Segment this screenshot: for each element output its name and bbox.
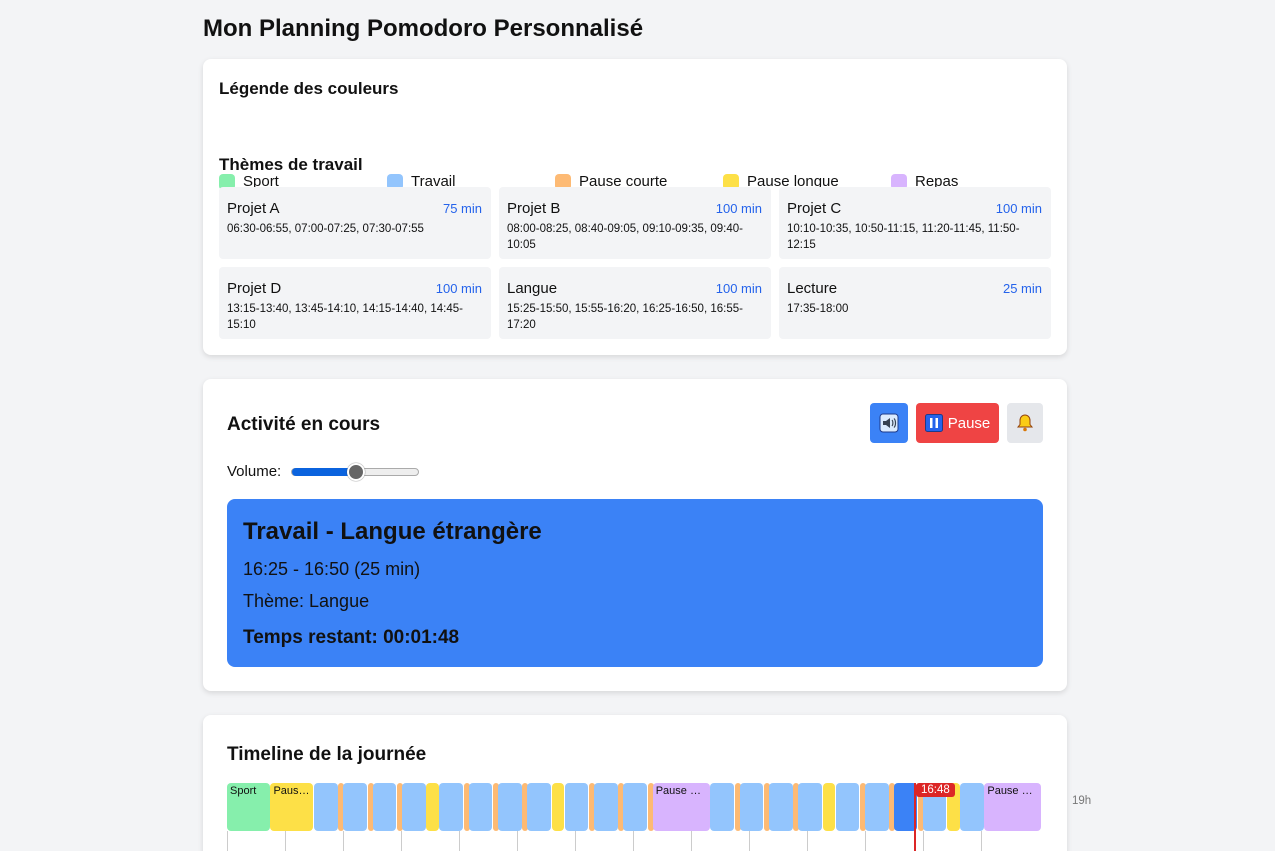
timeline-segment-meal[interactable]: Pause déjeuner xyxy=(652,783,710,831)
activity-time-range: 16:25 - 16:50 (25 min) xyxy=(243,559,421,579)
hour-tick xyxy=(807,831,808,851)
themes-title: Thèmes de travail xyxy=(219,155,363,174)
page-title: Mon Planning Pomodoro Personnalisé xyxy=(203,15,644,42)
theme-slots: 13:15-13:40, 13:45-14:10, 14:15-14:40, 1… xyxy=(227,303,463,331)
theme-card-lecture: Lecture 25 min 17:35-18:00 xyxy=(779,267,1051,339)
timeline-segment-work[interactable] xyxy=(439,783,464,831)
theme-name: Langue xyxy=(507,280,558,297)
timeline-segment-work[interactable] xyxy=(313,783,338,831)
current-activity-title: Activité en cours xyxy=(227,414,381,435)
hour-tick xyxy=(981,831,982,851)
pause-label: Pause xyxy=(947,414,991,432)
theme-minutes: 100 min xyxy=(715,281,762,296)
time-remaining: Temps restant: 00:01:48 xyxy=(243,627,460,648)
bell-icon xyxy=(1016,414,1034,432)
timeline-segment-work[interactable] xyxy=(401,783,426,831)
hour-tick xyxy=(575,831,576,851)
timeline-segment-long[interactable] xyxy=(551,783,565,831)
timeline-segment-work[interactable] xyxy=(768,783,793,831)
timeline-segment-meal[interactable]: Pause dîner xyxy=(984,783,1042,831)
hour-tick xyxy=(749,831,750,851)
pause-button[interactable]: Pause xyxy=(916,403,999,443)
timeline-segment-long[interactable] xyxy=(822,783,836,831)
hour-tick xyxy=(227,831,228,851)
timeline-segment-work[interactable] xyxy=(594,783,618,831)
timeline-segment-work[interactable] xyxy=(623,783,648,831)
legend-title: Légende des couleurs xyxy=(219,79,399,98)
theme-card-projet-b: Projet B 100 min 08:00-08:25, 08:40-09:0… xyxy=(499,187,771,259)
theme-name: Lecture xyxy=(787,280,838,297)
theme-slots: 08:00-08:25, 08:40-09:05, 09:10-09:35, 0… xyxy=(507,223,743,251)
theme-slots: 15:25-15:50, 15:55-16:20, 16:25-16:50, 1… xyxy=(507,303,743,331)
current-activity-panel: Travail - Langue étrangère 16:25 - 16:50… xyxy=(227,499,1043,667)
legend-card: Légende des couleurs Sport Travail Pause… xyxy=(203,59,1067,355)
theme-slots: 10:10-10:35, 10:50-11:15, 11:20-11:45, 1… xyxy=(787,223,1020,251)
theme-slots: 06:30-06:55, 07:00-07:25, 07:30-07:55 xyxy=(227,223,424,235)
sound-toggle-button[interactable] xyxy=(870,403,908,443)
timeline-segment-work[interactable] xyxy=(497,783,522,831)
timeline-title: Timeline de la journée xyxy=(227,744,427,765)
timeline-segment-work[interactable] xyxy=(835,783,860,831)
timeline-segment-work[interactable] xyxy=(468,783,493,831)
timeline-segment-work[interactable] xyxy=(343,783,368,831)
timeline-segment-work[interactable] xyxy=(564,783,589,831)
theme-name: Projet A xyxy=(227,200,280,217)
pause-icon xyxy=(924,414,943,432)
theme-card-projet-c: Projet C 100 min 10:10-10:35, 10:50-11:1… xyxy=(779,187,1051,259)
timeline-segment-work[interactable] xyxy=(739,783,764,831)
timeline-segment-sport[interactable]: Sport xyxy=(227,783,270,831)
activity-theme: Thème: Langue xyxy=(243,591,370,611)
timeline-segment-work[interactable] xyxy=(527,783,552,831)
theme-name: Projet C xyxy=(787,200,842,217)
current-activity-card: Activité en cours Pause Volume: Travail … xyxy=(203,379,1067,691)
hour-tick xyxy=(285,831,286,851)
timeline-segment-work[interactable] xyxy=(960,783,984,831)
hour-tick xyxy=(923,831,924,851)
timeline-segment-work[interactable] xyxy=(798,783,823,831)
theme-card-langue: Langue 100 min 15:25-15:50, 15:55-16:20,… xyxy=(499,267,771,339)
theme-minutes: 25 min xyxy=(1002,281,1042,296)
hour-tick xyxy=(865,831,866,851)
notification-button[interactable] xyxy=(1007,403,1043,443)
speaker-icon xyxy=(879,413,899,433)
activity-name: Travail - Langue étrangère xyxy=(243,518,542,545)
theme-minutes: 100 min xyxy=(435,281,482,296)
volume-label: Volume: xyxy=(227,463,282,480)
theme-name: Projet D xyxy=(227,280,282,297)
theme-minutes: 75 min xyxy=(442,201,482,216)
timeline-card: Timeline de la journée 19h SportPause lo… xyxy=(203,715,1091,851)
theme-card-projet-d: Projet D 100 min 13:15-13:40, 13:45-14:1… xyxy=(219,267,491,339)
hour-tick xyxy=(343,831,344,851)
timeline-segment-long[interactable] xyxy=(426,783,439,831)
current-time-label: 16:48 xyxy=(916,783,955,797)
hour-tick xyxy=(459,831,460,851)
theme-name: Projet B xyxy=(507,200,561,217)
hour-tick xyxy=(633,831,634,851)
timeline-segment-work[interactable] xyxy=(372,783,397,831)
day-timeline: 19h SportPause longue Pause déjeuner Pause… xyxy=(227,783,1091,851)
volume-slider[interactable] xyxy=(291,463,419,481)
page: Mon Planning Pomodoro Personnalisé Légen… xyxy=(203,0,1091,851)
volume-slider-handle[interactable] xyxy=(347,463,365,481)
timeline-segment-long[interactable]: Pause longue xyxy=(270,783,314,831)
theme-minutes: 100 min xyxy=(995,201,1042,216)
timeline-segment-work[interactable] xyxy=(710,783,735,831)
theme-slots: 17:35-18:00 xyxy=(787,303,849,315)
hour-tick xyxy=(401,831,402,851)
hour-label-19h: 19h xyxy=(1072,795,1092,807)
theme-card-projet-a: Projet A 75 min 06:30-06:55, 07:00-07:25… xyxy=(219,187,491,259)
timeline-segment-work[interactable] xyxy=(865,783,889,831)
hour-tick xyxy=(691,831,692,851)
theme-minutes: 100 min xyxy=(715,201,762,216)
hour-tick xyxy=(517,831,518,851)
